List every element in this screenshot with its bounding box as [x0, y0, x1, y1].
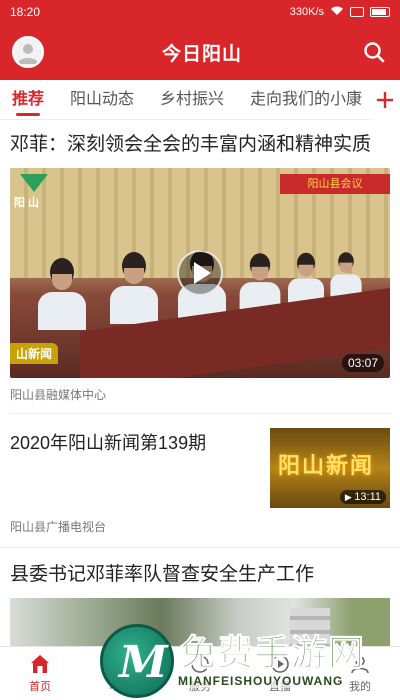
plus-icon — [377, 91, 393, 108]
user-avatar-icon — [18, 44, 38, 64]
video-player[interactable]: 阳山县会议 阳 山 山新闻 03:07 — [10, 168, 390, 378]
video-figure — [38, 258, 86, 330]
wifi-icon — [330, 5, 344, 19]
watermark-logo-letter: M — [119, 637, 168, 688]
nav-home[interactable]: 首页 — [0, 647, 80, 700]
search-icon — [364, 42, 385, 63]
video-figure — [330, 252, 362, 300]
video-banner-text: 阳山县会议 — [280, 174, 390, 194]
network-speed: 330K/s — [289, 6, 324, 18]
video-corner-logo: 山新闻 — [10, 343, 59, 364]
station-logo-text: 阳 山 — [14, 197, 40, 209]
thumbnail-text: 阳山新闻 — [278, 453, 375, 478]
app-title: 今日阳山 — [161, 43, 242, 65]
battery-icon — [370, 7, 390, 17]
news-title[interactable]: 邓菲：深刻领会全会的丰富内涵和精神实质 — [10, 132, 390, 158]
status-bar: 18:20 330K/s — [0, 0, 400, 24]
tabs-scroll[interactable]: 推荐 阳山动态 乡村振兴 走向我们的小康 — [0, 80, 370, 120]
category-tabs: 推荐 阳山动态 乡村振兴 走向我们的小康 — [0, 79, 400, 120]
tab-yangshan-news[interactable]: 阳山动态 — [70, 80, 134, 120]
news-item[interactable]: 邓菲：深刻领会全会的丰富内涵和精神实质 阳山县会议 阳 山 山新闻 03:07 … — [0, 120, 400, 414]
video-duration: 13:11 — [339, 490, 386, 504]
news-row[interactable]: 2020年阳山新闻第139期 阳山新闻 13:11 — [0, 414, 400, 514]
sim-icon — [350, 7, 364, 17]
watermark-text-en: MIANFEISHOUYOUWANG — [178, 674, 344, 688]
tab-rural-revitalization[interactable]: 乡村振兴 — [160, 80, 224, 120]
site-watermark: M 免费手游网 MIANFEISHOUYOUWANG — [100, 620, 400, 700]
news-source: 阳山县广播电视台 — [0, 514, 400, 548]
station-logo-icon — [20, 174, 48, 192]
tab-recommend[interactable]: 推荐 — [12, 80, 44, 120]
watermark-text-cn: 免费手游网 — [179, 632, 366, 674]
news-source: 阳山县融媒体中心 — [10, 378, 390, 414]
video-duration: 03:07 — [341, 354, 384, 372]
search-button[interactable] — [360, 38, 388, 66]
video-figure — [110, 252, 158, 324]
nav-label: 首页 — [29, 681, 51, 693]
status-time: 18:20 — [10, 5, 41, 19]
home-icon — [31, 655, 49, 673]
news-item[interactable]: 2020年阳山新闻第139期 阳山新闻 13:11 阳山县广播电视台 — [0, 414, 400, 548]
news-thumbnail[interactable]: 阳山新闻 13:11 — [270, 428, 390, 508]
tab-xiaokang[interactable]: 走向我们的小康 — [250, 80, 362, 120]
status-indicators: 330K/s — [290, 5, 390, 19]
watermark-logo: M — [100, 624, 174, 698]
play-button[interactable] — [177, 250, 223, 296]
news-title[interactable]: 2020年阳山新闻第139期 — [10, 430, 270, 514]
add-channel-button[interactable] — [370, 79, 400, 120]
avatar[interactable] — [12, 36, 44, 68]
app-header: 今日阳山 — [0, 24, 400, 80]
app-root: 18:20 330K/s 今日阳山 推荐 阳山动态 乡村振兴 走向我们的小康 邓… — [0, 0, 400, 700]
news-title[interactable]: 县委书记邓菲率队督查安全生产工作 — [10, 562, 390, 588]
station-logo: 阳 山 — [14, 174, 58, 214]
